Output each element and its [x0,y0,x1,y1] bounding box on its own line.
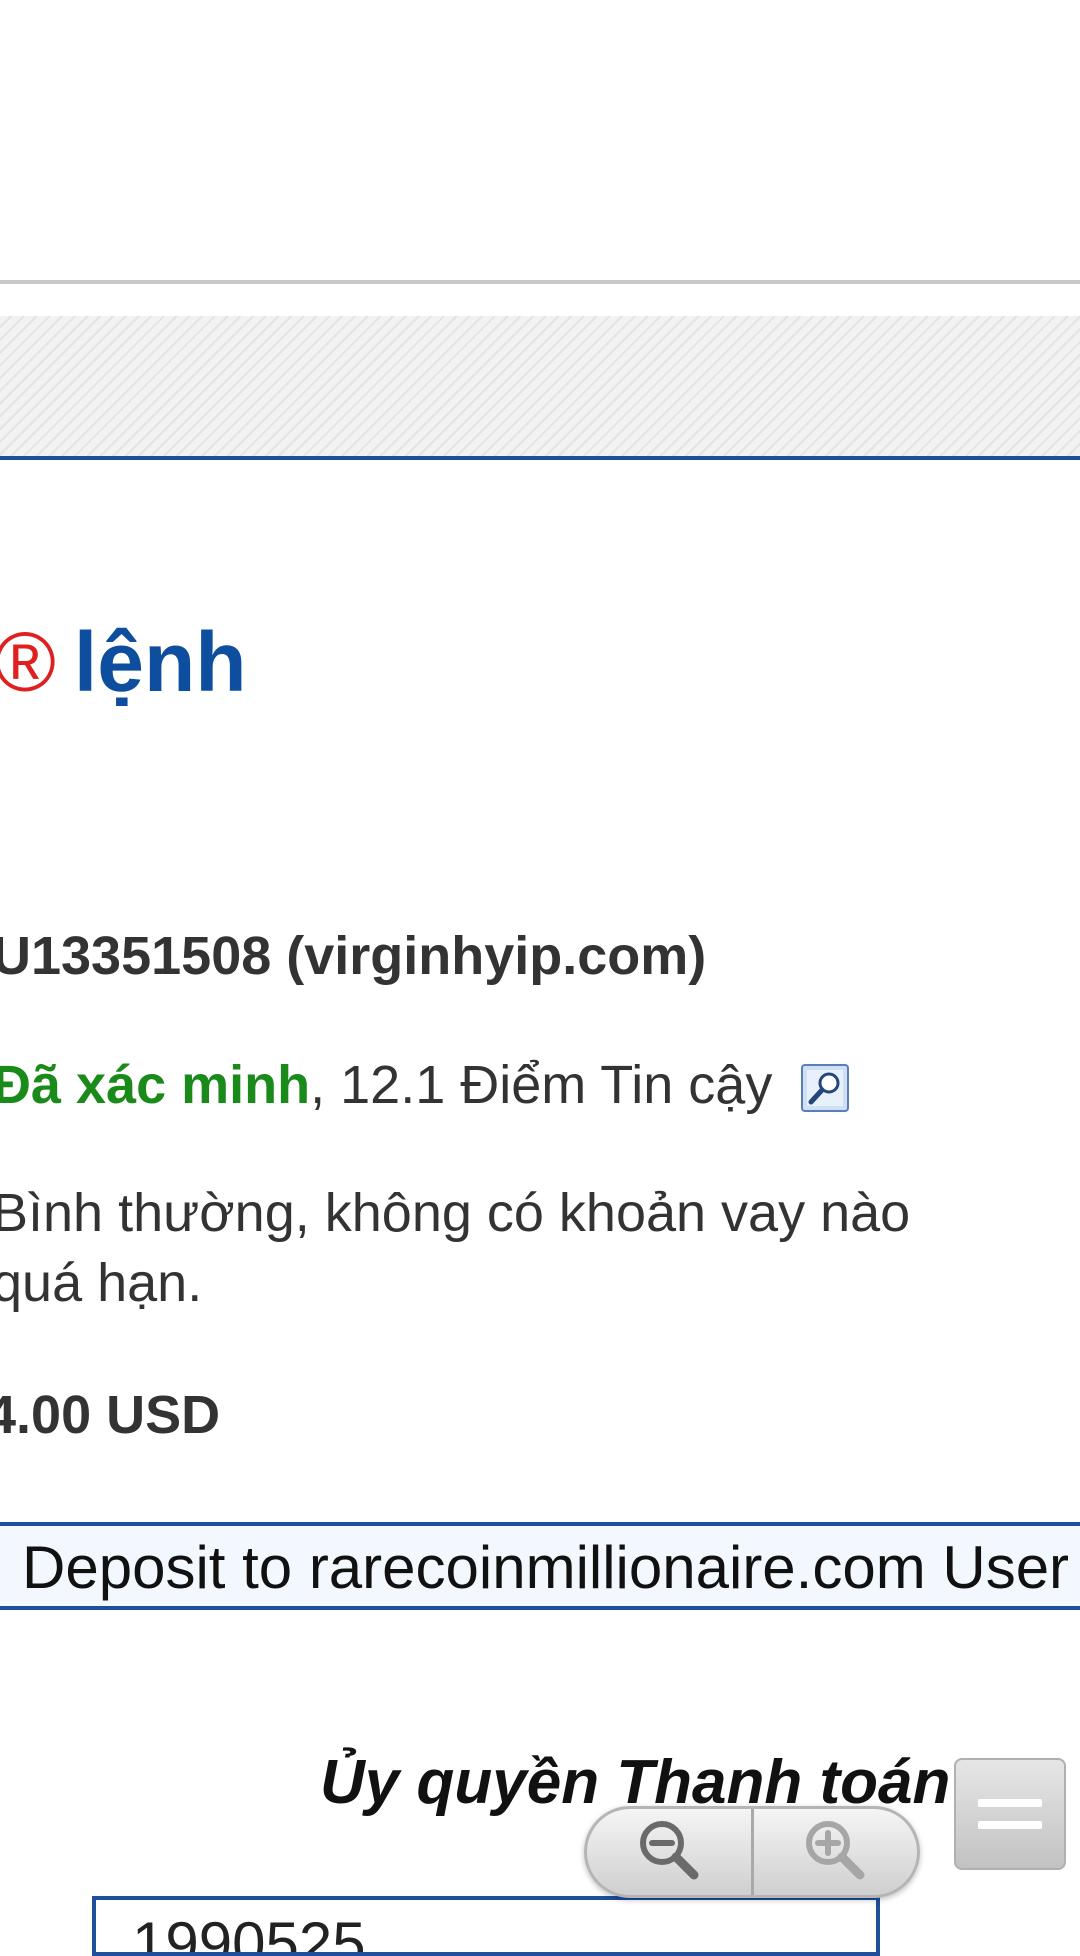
verified-label: Đã xác minh [0,1055,311,1115]
zoom-out-icon [634,1815,704,1890]
memo-field: Deposit to rarecoinmillionaire.com User [0,1522,1080,1610]
memo-text: Deposit to rarecoinmillionaire.com User [22,1534,1070,1601]
header-pattern-band [0,316,1080,460]
menu-button[interactable] [954,1758,1066,1870]
zoom-in-icon [800,1815,870,1890]
zoom-in-button[interactable] [754,1809,918,1895]
account-value: U13351508 (virginhyip.com) [0,926,707,986]
page-title: ® lệnh [0,612,247,712]
menu-icon [978,1799,1042,1829]
registered-mark: ® [0,615,56,709]
menu-icon-bar-top [978,1799,1042,1807]
page-title-text: lệnh [73,615,247,709]
zoom-control [584,1806,920,1898]
magnifier-lookup-icon[interactable] [801,1059,850,1112]
amount-value: 4.00 USD [0,1385,221,1445]
trust-score: , 12.1 Điểm Tin cậy [310,1055,773,1115]
authorization-input-value[interactable]: 1990525 [132,1908,366,1952]
verification-status: Đã xác minh, 12.1 Điểm Tin cậy [0,1050,850,1120]
loan-status: Bình thường, không có khoản vay nào quá … [0,1183,911,1313]
authorization-input[interactable]: 1990525 [92,1896,880,1956]
header-divider [0,280,1080,284]
zoom-out-button[interactable] [587,1809,751,1895]
menu-icon-bar-bottom [978,1821,1042,1829]
